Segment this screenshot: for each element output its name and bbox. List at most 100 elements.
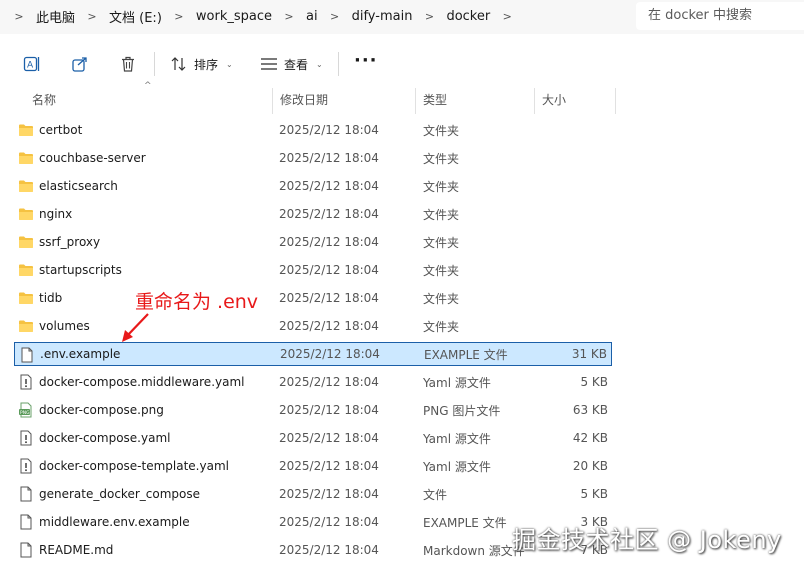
file-type: 文件夹	[423, 319, 460, 334]
chevron-down-icon: ⌄	[226, 59, 233, 69]
chevron-down-icon: ⌄	[316, 59, 323, 69]
file-type: Yaml 源文件	[423, 459, 491, 474]
file-date: 2025/2/12 18:04	[279, 123, 379, 137]
breadcrumb-item[interactable]: docker	[440, 9, 496, 24]
column-divider[interactable]	[272, 88, 273, 114]
folder-icon	[18, 318, 34, 334]
svg-text:PNG: PNG	[20, 410, 30, 416]
file-date: 2025/2/12 18:04	[279, 403, 379, 417]
file-date: 2025/2/12 18:04	[280, 347, 380, 361]
config-file-icon	[18, 374, 34, 390]
config-file-icon	[18, 430, 34, 446]
delete-icon[interactable]	[118, 54, 138, 74]
file-date: 2025/2/12 18:04	[279, 319, 379, 333]
address-bar: > 此电脑 > 文档 (E:) > work_space > ai > dify…	[0, 0, 804, 34]
file-type: 文件夹	[423, 235, 460, 250]
file-type: 文件夹	[423, 123, 460, 138]
sort-label: 排序	[194, 57, 219, 72]
folder-icon	[18, 150, 34, 166]
file-type: 文件	[423, 487, 448, 502]
file-type: 文件夹	[423, 207, 460, 222]
file-row[interactable]: startupscripts 2025/2/12 18:04 文件夹	[14, 258, 612, 282]
file-row[interactable]: volumes 2025/2/12 18:04 文件夹	[14, 314, 612, 338]
file-type: Yaml 源文件	[423, 431, 491, 446]
file-row[interactable]: .env.example 2025/2/12 18:04 EXAMPLE 文件 31 …	[14, 342, 612, 366]
file-date: 2025/2/12 18:04	[279, 263, 379, 277]
breadcrumb-item[interactable]: 此电脑	[30, 7, 81, 26]
file-name: docker-compose.yaml	[39, 431, 171, 445]
chevron-right-icon[interactable]: >	[324, 10, 346, 23]
column-header-size[interactable]: 大小	[542, 88, 566, 114]
file-name: docker-compose.png	[39, 403, 164, 417]
folder-icon	[18, 234, 34, 250]
file-date: 2025/2/12 18:04	[279, 515, 379, 529]
breadcrumb-item[interactable]: work_space	[190, 9, 278, 24]
column-header-date[interactable]: 修改日期	[280, 88, 328, 114]
file-row[interactable]: couchbase-server 2025/2/12 18:04 文件夹	[14, 146, 612, 170]
annotation-arrow	[122, 313, 149, 342]
file-date: 2025/2/12 18:04	[279, 235, 379, 249]
file-icon	[18, 542, 34, 558]
breadcrumb-item[interactable]: ai	[300, 9, 324, 24]
file-size: 42 KB	[572, 431, 608, 445]
file-type: 文件夹	[423, 179, 460, 194]
column-header-row: 名称 修改日期 类型 大小	[0, 88, 804, 114]
file-row[interactable]: generate_docker_compose 2025/2/12 18:04 文件…	[14, 482, 612, 506]
column-header-name[interactable]: 名称	[32, 88, 56, 114]
file-date: 2025/2/12 18:04	[279, 487, 379, 501]
file-row[interactable]: docker-compose.middleware.yaml 2025/2/12 …	[14, 370, 612, 394]
file-date: 2025/2/12 18:04	[279, 291, 379, 305]
file-size: 31 KB	[571, 347, 607, 361]
annotation-text: 重命名为 .env	[135, 291, 259, 313]
toolbar-divider	[154, 52, 155, 76]
file-type: Markdown 源文件	[423, 543, 525, 558]
file-type: 文件夹	[423, 151, 460, 166]
chevron-right-icon[interactable]: >	[81, 10, 103, 23]
file-name: generate_docker_compose	[39, 487, 200, 501]
file-name: README.md	[39, 543, 114, 557]
chevron-right-icon[interactable]: >	[418, 10, 440, 23]
view-label: 查看	[284, 57, 309, 72]
file-row[interactable]: tidb 2025/2/12 18:04 文件夹	[14, 286, 612, 310]
chevron-right-icon[interactable]: >	[8, 10, 30, 23]
column-divider[interactable]	[534, 88, 535, 114]
file-date: 2025/2/12 18:04	[279, 431, 379, 445]
file-type: 文件夹	[423, 263, 460, 278]
search-input[interactable]: 在 docker 中搜索	[636, 2, 804, 30]
folder-icon	[18, 178, 34, 194]
file-icon	[19, 347, 35, 363]
file-name: docker-compose-template.yaml	[39, 459, 229, 473]
file-row[interactable]: certbot 2025/2/12 18:04 文件夹	[14, 118, 612, 142]
file-date: 2025/2/12 18:04	[279, 543, 379, 557]
file-size: 63 KB	[572, 403, 608, 417]
file-name: certbot	[39, 123, 83, 137]
file-row[interactable]: docker-compose-template.yaml 2025/2/12 18…	[14, 454, 612, 478]
chevron-right-icon[interactable]: >	[496, 10, 518, 23]
file-date: 2025/2/12 18:04	[279, 207, 379, 221]
sort-button[interactable]: 排序 ⌄	[170, 52, 233, 76]
file-date: 2025/2/12 18:04	[279, 375, 379, 389]
file-row[interactable]: docker-compose.yaml 2025/2/12 18:04 Yaml 源…	[14, 426, 612, 450]
breadcrumb[interactable]: > 此电脑 > 文档 (E:) > work_space > ai > dify…	[8, 2, 626, 30]
file-size: 5 KB	[580, 487, 608, 501]
column-header-type[interactable]: 类型	[423, 88, 447, 114]
file-row[interactable]: elasticsearch 2025/2/12 18:04 文件夹	[14, 174, 612, 198]
view-button[interactable]: 查看 ⌄	[260, 52, 323, 76]
file-type: EXAMPLE 文件	[423, 515, 507, 530]
file-size: 5 KB	[580, 375, 608, 389]
column-divider[interactable]	[415, 88, 416, 114]
rename-icon[interactable]: A	[22, 54, 42, 74]
file-row[interactable]: ssrf_proxy 2025/2/12 18:04 文件夹	[14, 230, 612, 254]
file-row[interactable]: PNG docker-compose.png 2025/2/12 18:04 PNG …	[14, 398, 612, 422]
watermark: 掘金技术社区 @ Jokeny	[512, 526, 782, 554]
breadcrumb-item[interactable]: 文档 (E:)	[103, 7, 168, 26]
chevron-right-icon[interactable]: >	[168, 10, 190, 23]
folder-icon	[18, 122, 34, 138]
folder-icon	[18, 290, 34, 306]
file-row[interactable]: nginx 2025/2/12 18:04 文件夹	[14, 202, 612, 226]
chevron-right-icon[interactable]: >	[278, 10, 300, 23]
column-divider[interactable]	[615, 88, 616, 114]
share-icon[interactable]	[70, 54, 90, 74]
more-options-button[interactable]: ···	[354, 52, 378, 70]
breadcrumb-item[interactable]: dify-main	[346, 9, 419, 24]
